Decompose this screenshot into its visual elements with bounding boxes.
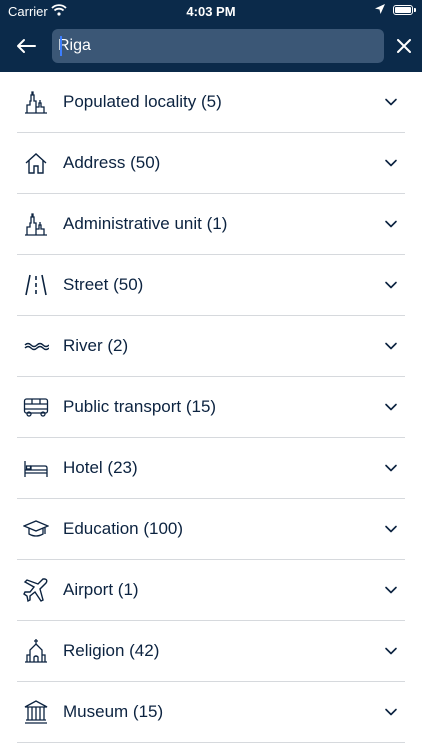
house-icon [23,150,49,176]
category-label: Public transport (15) [63,397,217,416]
category-label: Hotel (23) [63,458,138,477]
category-row[interactable]: Administrative unit (1) [17,194,405,255]
chevron-down-icon[interactable] [383,216,399,232]
chevron-down-icon[interactable] [383,460,399,476]
city-icon [23,89,49,115]
category-label: Street (50) [63,275,144,294]
chevron-down-icon[interactable] [383,704,399,720]
search-field[interactable] [52,29,384,63]
status-bar: Carrier 4:03 PM [0,0,422,22]
category-row[interactable]: River (2) [17,316,405,377]
church-icon [23,638,49,664]
clock: 4:03 PM [186,4,236,19]
category-row[interactable]: Public transport (15) [17,377,405,438]
airplane-icon [23,577,49,603]
top-bar: Carrier 4:03 PM [0,0,422,72]
chevron-down-icon[interactable] [383,94,399,110]
bus-icon [23,394,49,420]
category-row[interactable]: Religion (42) [17,621,405,682]
category-row[interactable]: Address (50) [17,133,405,194]
category-row[interactable]: Airport (1) [17,560,405,621]
chevron-down-icon[interactable] [383,643,399,659]
category-row[interactable]: Hotel (23) [17,438,405,499]
road-icon [23,272,49,298]
location-arrow-icon [374,3,386,15]
museum-icon [23,699,49,725]
category-label: Religion (42) [63,641,160,660]
chevron-down-icon[interactable] [383,338,399,354]
chevron-down-icon[interactable] [383,155,399,171]
category-label: Address (50) [63,153,161,172]
category-label: River (2) [63,336,129,355]
category-row[interactable]: Education (100) [17,499,405,560]
chevron-down-icon[interactable] [383,582,399,598]
category-row[interactable]: Populated locality (5) [17,72,405,133]
category-label: Education (100) [63,519,184,538]
graduation-cap-icon [23,516,49,542]
category-row[interactable]: Street (50) [17,255,405,316]
city-icon [23,211,49,237]
chevron-down-icon[interactable] [383,521,399,537]
search-input[interactable] [58,37,318,55]
wave-icon [23,333,49,359]
chevron-down-icon[interactable] [383,277,399,293]
category-label: Populated locality (5) [63,92,222,111]
bed-icon [23,455,49,481]
category-label: Administrative unit (1) [63,214,228,233]
chevron-down-icon[interactable] [383,399,399,415]
category-row[interactable]: Museum (15) [17,682,405,743]
category-label: Museum (15) [63,702,164,721]
back-arrow-icon[interactable] [12,32,40,60]
category-label: Airport (1) [63,580,139,599]
clear-search-icon[interactable] [393,33,415,59]
category-list: Populated locality (5) Address (50) Admini… [0,72,422,743]
battery-icon [393,5,416,15]
